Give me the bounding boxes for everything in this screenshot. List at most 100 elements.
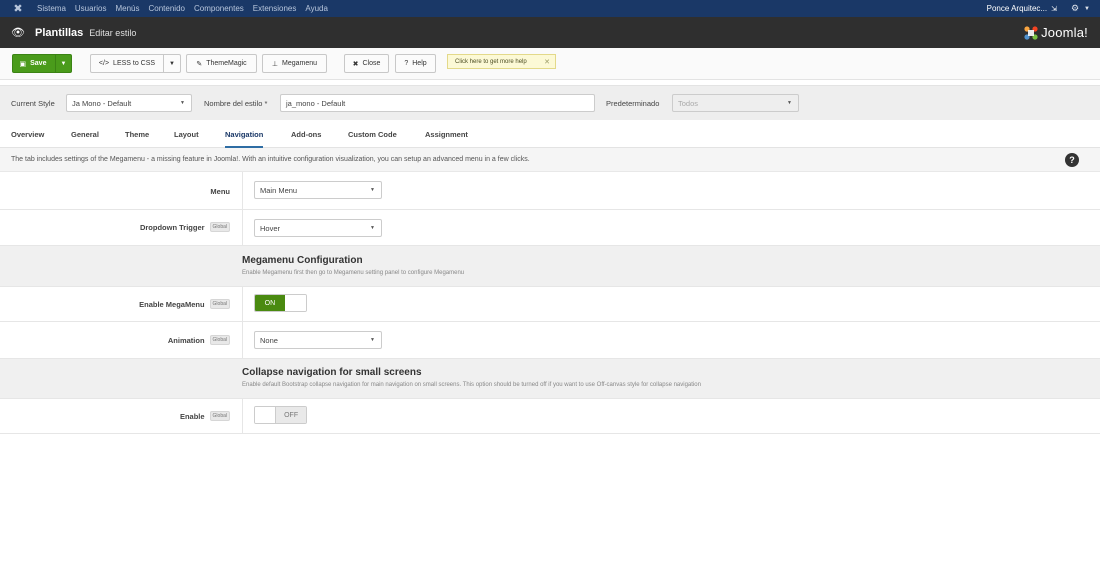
megamenu-label: Megamenu [282, 60, 318, 67]
style-name-input[interactable]: ja_mono - Default [280, 94, 595, 112]
less-to-css-button[interactable]: </> LESS to CSS ▼ [90, 54, 181, 73]
joomla-menu-icon[interactable]: ✖ [11, 2, 25, 16]
tab-custom-code[interactable]: Custom Code [348, 120, 397, 148]
global-badge: Global [209, 411, 230, 421]
default-label: Predeterminado [606, 99, 660, 108]
question-icon: ? [404, 60, 409, 67]
help-tip[interactable]: Click here to get more help ✕ [447, 54, 556, 69]
default-value: Todos [678, 98, 699, 108]
dropdown-trigger-label-wrap: Dropdown Trigger Global [140, 222, 230, 232]
current-style-value: Ja Mono - Default [72, 98, 132, 108]
megamenu-section: Megamenu Configuration Enable Megamenu f… [0, 246, 1100, 287]
dropdown-trigger-value: Hover [260, 223, 281, 233]
page-title: Plantillas [35, 26, 84, 39]
enable-megamenu-label-wrap: Enable MegaMenu Global [139, 299, 230, 309]
toggle-off-label: OFF [276, 407, 306, 423]
site-link[interactable]: Ponce Arquitec... [987, 4, 1047, 13]
tab-navigation[interactable]: Navigation [225, 120, 264, 148]
row-divider [242, 210, 243, 245]
nav-menus[interactable]: Menús [115, 4, 139, 13]
magic-wand-icon: ✎ [196, 60, 203, 68]
animation-label-wrap: Animation Global [168, 335, 230, 345]
global-badge: Global [209, 335, 230, 345]
megamenu-section-desc: Enable Megamenu first then go to Megamen… [242, 270, 465, 276]
tab-assignment[interactable]: Assignment [425, 120, 468, 148]
row-divider [242, 322, 243, 358]
help-button[interactable]: ? Help [395, 54, 436, 73]
select-arrow-icon: ▼ [787, 100, 792, 106]
current-style-select[interactable]: Ja Mono - Default ▼ [66, 94, 192, 112]
toggle-knob [284, 295, 306, 311]
close-tip-icon[interactable]: ✕ [544, 58, 550, 66]
dropdown-trigger-select[interactable]: Hover ▼ [254, 219, 382, 237]
tab-description-text: The tab includes settings of the Megamen… [11, 156, 530, 163]
nav-sistema[interactable]: Sistema [37, 4, 66, 13]
top-navbar: ✖ Sistema Usuarios Menús Contenido Compo… [0, 0, 1100, 17]
page-subtitle: Editar estilo [89, 27, 137, 38]
menu-row: Menu Main Menu ▼ [0, 172, 1100, 210]
style-bar: Current Style Ja Mono - Default ▼ Nombre… [0, 85, 1100, 120]
enable-megamenu-toggle[interactable]: ON [254, 294, 307, 312]
tab-general[interactable]: General [71, 120, 99, 148]
joomla-logo-text: Joomla! [1041, 25, 1088, 40]
enable-collapse-toggle[interactable]: OFF [254, 406, 307, 424]
code-icon: </> [98, 60, 110, 67]
help-circle-icon[interactable]: ? [1065, 153, 1079, 167]
joomla-logo: Joomla! [1023, 25, 1088, 41]
tab-description: The tab includes settings of the Megamen… [0, 148, 1100, 172]
thememagic-button[interactable]: ✎ ThemeMagic [186, 54, 257, 73]
megamenu-button[interactable]: ⊥ Megamenu [262, 54, 327, 73]
dropdown-trigger-label: Dropdown Trigger [139, 222, 205, 232]
select-arrow-icon: ▼ [180, 100, 185, 106]
select-arrow-icon: ▼ [370, 187, 375, 193]
style-name-value: ja_mono - Default [286, 98, 346, 108]
close-icon: ✖ [352, 60, 359, 68]
menu-select-value: Main Menu [260, 185, 298, 195]
tab-layout[interactable]: Layout [174, 120, 199, 148]
save-button-label: Save [30, 60, 47, 67]
row-divider [242, 399, 243, 433]
megamenu-section-title: Megamenu Configuration [242, 255, 363, 266]
menu-select[interactable]: Main Menu ▼ [254, 181, 382, 199]
enable-collapse-row: Enable Global OFF [0, 399, 1100, 434]
animation-row: Animation Global None ▼ [0, 322, 1100, 359]
close-button[interactable]: ✖ Close [344, 54, 389, 73]
less-dropdown-toggle[interactable]: ▼ [163, 55, 180, 72]
row-divider [242, 172, 243, 209]
external-link-icon[interactable]: ⇲ [1051, 5, 1057, 13]
floppy-icon: ▣ [19, 60, 27, 68]
nav-usuarios[interactable]: Usuarios [75, 4, 107, 13]
animation-label: Animation [167, 335, 205, 345]
sitemap-icon: ⊥ [271, 60, 279, 68]
nav-extensiones[interactable]: Extensiones [253, 4, 297, 13]
save-button[interactable]: ▣ Save ▼ [12, 54, 72, 73]
global-badge: Global [209, 299, 230, 309]
nav-contenido[interactable]: Contenido [149, 4, 185, 13]
help-label: Help [412, 60, 427, 67]
menu-label: Menu [210, 187, 230, 196]
default-select[interactable]: Todos ▼ [672, 94, 799, 112]
current-style-label: Current Style [11, 99, 55, 108]
collapse-section-desc: Enable default Bootstrap collapse naviga… [242, 382, 701, 388]
save-dropdown-toggle[interactable]: ▼ [55, 55, 71, 72]
animation-select[interactable]: None ▼ [254, 331, 382, 349]
eye-icon: 👁 [11, 27, 25, 39]
thememagic-label: ThemeMagic [206, 60, 247, 67]
chevron-down-icon[interactable]: ▼ [1084, 6, 1090, 12]
enable-megamenu-row: Enable MegaMenu Global ON [0, 287, 1100, 322]
gear-icon[interactable]: ⚙ [1071, 3, 1079, 14]
tab-bar: Overview General Theme Layout Navigation… [0, 120, 1100, 148]
row-divider [242, 287, 243, 321]
toggle-knob [255, 407, 277, 423]
nav-componentes[interactable]: Componentes [194, 4, 244, 13]
tab-add-ons[interactable]: Add-ons [291, 120, 321, 148]
less-to-css-label: LESS to CSS [113, 60, 156, 67]
tab-overview[interactable]: Overview [11, 120, 44, 148]
nav-ayuda[interactable]: Ayuda [305, 4, 328, 13]
global-badge: Global [209, 222, 230, 232]
dropdown-trigger-row: Dropdown Trigger Global Hover ▼ [0, 210, 1100, 246]
style-name-label: Nombre del estilo * [204, 99, 268, 108]
tab-theme[interactable]: Theme [125, 120, 149, 148]
select-arrow-icon: ▼ [370, 225, 375, 231]
joomla-logo-icon [1024, 25, 1038, 40]
